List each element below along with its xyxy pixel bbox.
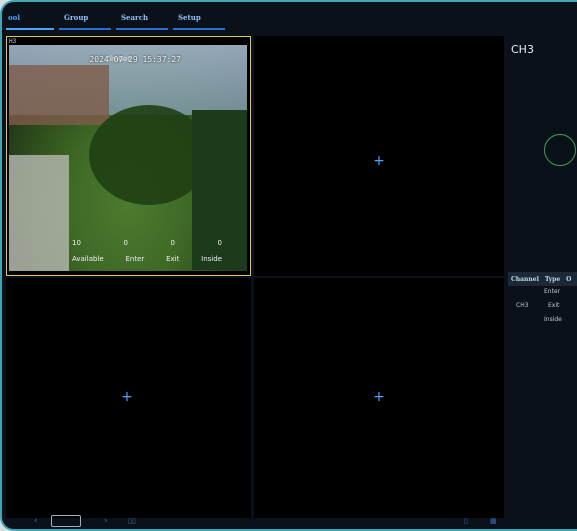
right-panel: CH3 Channel Type O Enter CH3 Exit Inside [504, 36, 577, 518]
cell-channel: CH3 [516, 302, 529, 309]
status-ring-icon [544, 134, 576, 166]
count-labels: Available Enter Exit Inside [72, 255, 222, 263]
count-available-value: 10 [72, 239, 81, 247]
video-cell-3[interactable]: + [6, 278, 251, 518]
count-exit-label: Exit [166, 255, 180, 263]
count-enter-label: Enter [125, 255, 145, 263]
tab-group[interactable]: Group [59, 10, 111, 30]
scene-tree-shadow [89, 105, 209, 205]
count-values: 10 0 0 0 [72, 239, 222, 247]
header-other: O [566, 275, 572, 283]
channel-tag: H3 [9, 38, 17, 45]
add-camera-plus-icon[interactable]: + [120, 390, 134, 404]
chevron-right-icon[interactable]: › [104, 516, 108, 526]
count-available-label: Available [72, 255, 104, 263]
video-cell-4[interactable]: + [254, 278, 504, 518]
count-inside-value: 0 [217, 239, 222, 247]
bottom-toolbar: ‹ › ▯▯ ▯ ▦ [2, 509, 577, 529]
count-inside-label: Inside [201, 255, 222, 263]
tab-tool[interactable]: ool [6, 10, 54, 30]
count-exit-value: 0 [170, 239, 175, 247]
panel-title: CH3 [511, 43, 534, 56]
table-row: Enter [508, 288, 577, 300]
tab-search[interactable]: Search [116, 10, 168, 30]
top-tabs: ool Group Search Setup [2, 10, 406, 32]
counts-table: Enter CH3 Exit Inside [508, 286, 577, 346]
table-row: CH3 Exit [508, 302, 577, 314]
cell-type: Exit [548, 302, 560, 309]
page-box[interactable] [51, 515, 81, 527]
chevron-left-icon[interactable]: ‹ [34, 516, 38, 526]
overlay-timestamp: 2024-07-29 15:37:27 [89, 55, 181, 64]
header-channel: Channel [511, 275, 539, 283]
tab-setup[interactable]: Setup [173, 10, 225, 30]
camera-feed[interactable]: Cimoon 2024-07-29 15:37:27 10 0 0 0 Avai… [9, 45, 247, 271]
fullscreen-icon[interactable]: ▯ [464, 517, 468, 525]
video-cell-1[interactable]: H3 Cimoon 2024-07-29 15:37:27 10 0 0 0 A… [6, 36, 251, 276]
cell-type: Enter [544, 288, 561, 295]
video-grid: H3 Cimoon 2024-07-29 15:37:27 10 0 0 0 A… [6, 36, 504, 518]
scene-house [9, 65, 109, 125]
scene-path [9, 155, 69, 271]
cell-type: Inside [544, 316, 562, 323]
count-enter-value: 0 [123, 239, 128, 247]
add-camera-plus-icon[interactable]: + [372, 390, 386, 404]
window-frame: ool Group Search Setup H3 Cimoon 2024-07… [0, 0, 577, 531]
header-type: Type [544, 275, 561, 283]
video-cell-2[interactable]: + [254, 36, 504, 276]
table-row: Inside [508, 316, 577, 328]
add-camera-plus-icon[interactable]: + [372, 154, 386, 168]
settings-icon[interactable]: ▦ [490, 517, 497, 525]
layout-icon[interactable]: ▯▯ [128, 517, 136, 525]
counts-table-header: Channel Type O [508, 272, 577, 286]
